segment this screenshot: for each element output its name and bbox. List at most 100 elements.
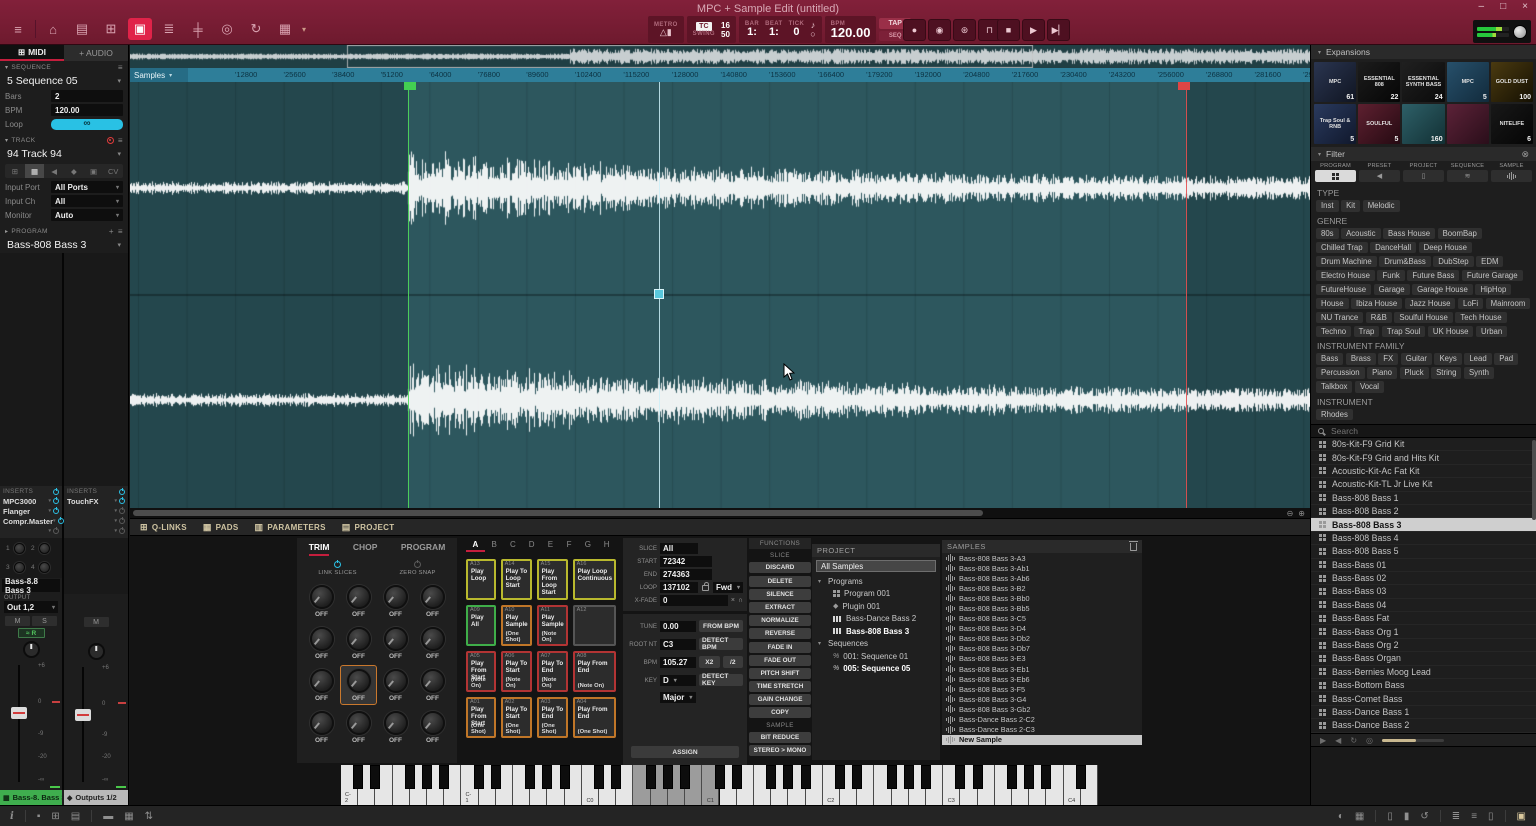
expansion-tile[interactable]: ESSENTIAL SYNTH BASS24 <box>1402 62 1444 102</box>
trim-knob-cell[interactable]: OFF <box>377 665 414 705</box>
step-sequencer-icon[interactable]: ≣ <box>157 18 181 40</box>
bars-field[interactable]: 2 <box>51 90 123 102</box>
main-mode-icon[interactable]: ⌂ <box>41 18 65 40</box>
power-icon[interactable] <box>119 518 125 524</box>
sample-item[interactable]: Bass-808 Bass 3-Ab6 <box>942 573 1142 583</box>
program-header[interactable]: ▸ PROGRAM + ≡ <box>0 225 128 236</box>
black-key[interactable] <box>783 765 793 789</box>
midi-out-icon[interactable]: ◆ <box>64 164 84 178</box>
pad-grid-icon[interactable]: ⊞ <box>51 811 59 822</box>
zero-snap-toggle[interactable]: ZERO SNAP <box>399 561 435 576</box>
trim-knob-cell[interactable]: OFF <box>377 623 414 663</box>
insert-slot[interactable]: ▾ <box>3 526 59 536</box>
browser-item[interactable]: Bass-Dance Bass 2 <box>1311 719 1536 732</box>
clear-filter-icon[interactable]: ⊗ <box>1521 149 1529 160</box>
genre-chip[interactable]: Funk <box>1377 270 1404 282</box>
sample-item[interactable]: Bass-808 Bass 3-D4 <box>942 624 1142 634</box>
pad-bank-H[interactable]: H <box>597 538 616 552</box>
browser-item[interactable]: Bass-808 Bass 5 <box>1311 545 1536 558</box>
pad-A05[interactable]: A05Play From Start(Note On) <box>466 651 496 692</box>
file-icon[interactable]: ▯ <box>1387 811 1393 822</box>
instrument-chip[interactable]: Rhodes <box>1316 409 1353 421</box>
sample-item[interactable]: Bass-Dance Bass 2-C2 <box>942 715 1142 725</box>
black-key[interactable] <box>1076 765 1086 789</box>
expansion-tile[interactable]: SOULFUL5 <box>1358 104 1400 144</box>
trim-knob-cell[interactable]: OFF <box>303 707 340 747</box>
wave-icon[interactable] <box>1491 170 1532 182</box>
black-key[interactable] <box>852 765 862 789</box>
genre-chip[interactable]: Electro House <box>1316 270 1375 282</box>
insert-slot[interactable]: MPC3000▾ <box>3 496 59 506</box>
notifications-icon[interactable]: ▣ <box>1517 811 1526 822</box>
genre-chip[interactable]: Acoustic <box>1341 228 1380 240</box>
browser-item[interactable]: Bass-Bass 04 <box>1311 599 1536 612</box>
expansion-tile[interactable]: 160 <box>1402 104 1444 144</box>
channel-tab[interactable]: ▦Bass-8. Bass 3 <box>0 790 62 805</box>
expansion-tile[interactable]: MPC5 <box>1447 62 1489 102</box>
crossfade-icon[interactable]: × <box>731 597 735 604</box>
knob-icon[interactable] <box>384 669 408 693</box>
family-chip[interactable]: String <box>1431 367 1461 379</box>
genre-chip[interactable]: HipHop <box>1475 284 1511 296</box>
expansion-tile[interactable]: GOLD DUST100 <box>1491 62 1533 102</box>
preview-sync-icon[interactable]: ◎ <box>1366 736 1373 745</box>
monitor-select[interactable]: Auto▾ <box>51 209 123 221</box>
black-key[interactable] <box>422 765 432 789</box>
knob-icon[interactable] <box>310 669 334 693</box>
info-icon[interactable]: i <box>10 811 14 822</box>
sequence-header[interactable]: ▾ SEQUENCE ≡ <box>0 61 128 72</box>
tick-value[interactable]: 0 <box>793 27 799 38</box>
family-chip[interactable]: Synth <box>1464 367 1494 379</box>
browser-item[interactable]: Bass-808 Bass 3 <box>1311 518 1536 531</box>
black-key[interactable] <box>1007 765 1017 789</box>
genre-chip[interactable]: 80s <box>1316 228 1339 240</box>
bpm-value[interactable]: 120.00 <box>831 27 871 38</box>
family-chip[interactable]: Percussion <box>1316 367 1365 379</box>
genre-chip[interactable]: Urban <box>1476 326 1507 338</box>
power-icon[interactable] <box>119 528 125 534</box>
knob-icon[interactable] <box>310 711 334 735</box>
type-chip[interactable]: Kit <box>1341 200 1360 212</box>
browser-item[interactable]: Bass-Bass Org 2 <box>1311 639 1536 652</box>
pad-bank-A[interactable]: A <box>466 538 485 552</box>
genre-chip[interactable]: FutureHouse <box>1316 284 1371 296</box>
stop-button[interactable]: ■ <box>997 19 1020 41</box>
record-automation-button[interactable]: ⊛ <box>953 19 976 41</box>
menu-icon[interactable]: ≡ <box>6 18 30 40</box>
black-key[interactable] <box>542 765 552 789</box>
browser-scrollbar[interactable] <box>1532 440 1536 520</box>
preview-volume-slider[interactable] <box>1382 739 1444 742</box>
black-key[interactable] <box>611 765 621 789</box>
genre-chip[interactable]: Soulful House <box>1394 312 1453 324</box>
drum-pads-icon[interactable]: ⊞ <box>5 164 25 178</box>
black-key[interactable] <box>560 765 570 789</box>
insert-slot[interactable]: ▾ <box>67 506 125 516</box>
family-chip[interactable]: Guitar <box>1401 353 1432 365</box>
task-list-icon[interactable]: ≣ <box>1452 811 1460 822</box>
browser-item[interactable]: Bass-Bass 02 <box>1311 572 1536 585</box>
channel-tab[interactable]: ◆Outputs 1/2 <box>64 790 128 805</box>
qlink-knob[interactable]: 1 <box>6 541 31 556</box>
filter-tab-program[interactable]: PROGRAM <box>1315 163 1356 182</box>
program-editor-icon[interactable]: ⊞ <box>99 18 123 40</box>
pad-A12[interactable]: A12 <box>573 605 616 646</box>
genre-chip[interactable]: Garage House <box>1412 284 1473 296</box>
family-chip[interactable]: Pad <box>1494 353 1518 365</box>
browser-item[interactable]: Bass-Bottom Bass <box>1311 679 1536 692</box>
browser-item[interactable]: Bass-808 Bass 2 <box>1311 505 1536 518</box>
tools-caret-icon[interactable]: ▾ <box>302 25 306 34</box>
speaker-icon[interactable]: ◀ <box>1359 170 1400 182</box>
knob-icon[interactable] <box>421 627 445 651</box>
black-key[interactable] <box>1041 765 1051 789</box>
close-button[interactable]: × <box>1522 1 1528 12</box>
black-key[interactable] <box>646 765 656 789</box>
swing-value[interactable]: 50 <box>721 30 730 39</box>
extract-button[interactable]: EXTRACT <box>749 602 811 613</box>
browser-item[interactable]: 80s-Kit-F9 Grid Kit <box>1311 438 1536 451</box>
mute-button[interactable]: M <box>5 616 30 626</box>
black-key[interactable] <box>732 765 742 789</box>
tab-add-audio[interactable]: + AUDIO <box>64 45 128 61</box>
add-program-icon[interactable]: + <box>109 227 114 236</box>
browser-item[interactable]: Bass-Bass Org 1 <box>1311 625 1536 638</box>
sample-item[interactable]: Bass-Dance Bass 2-C3 <box>942 725 1142 735</box>
